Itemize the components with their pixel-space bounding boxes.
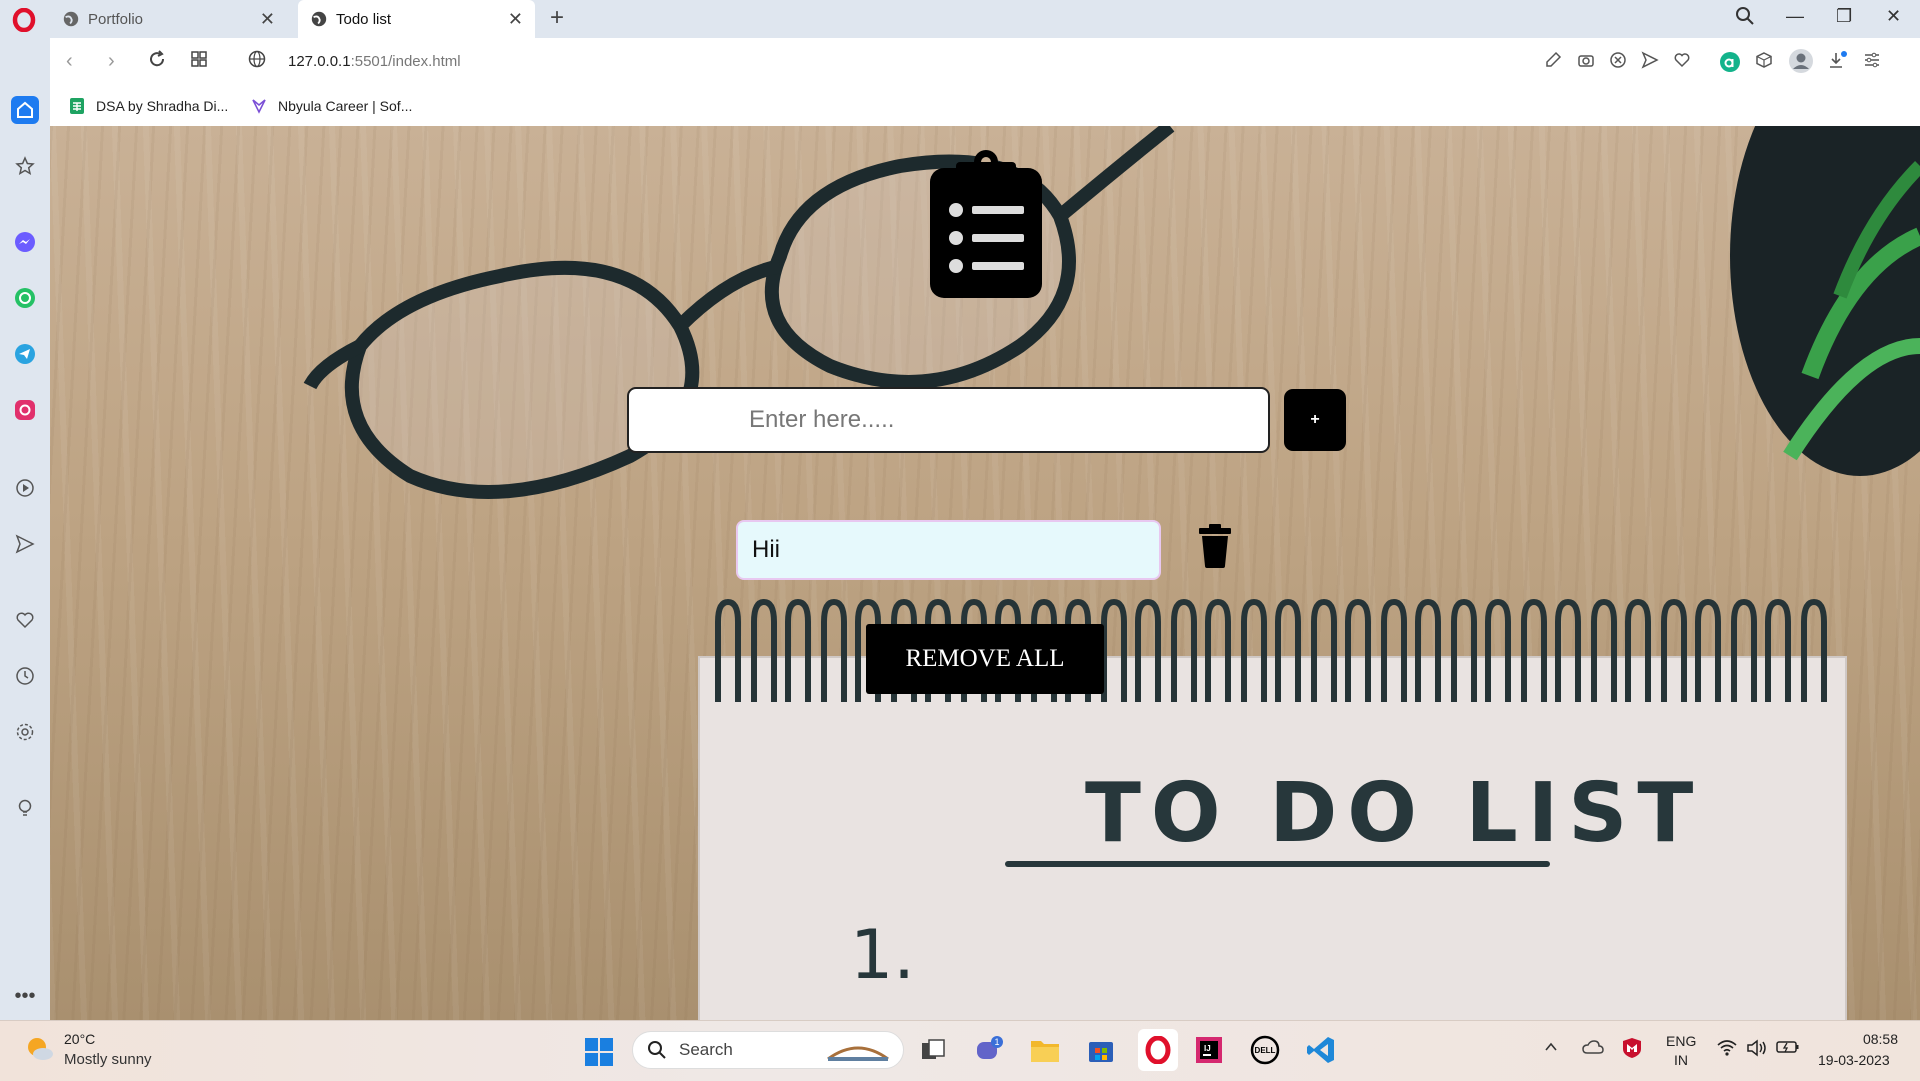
windows-taskbar: 20°C Mostly sunny Search 1 IJ DELL ENG I… xyxy=(0,1020,1920,1081)
bookmark-label: DSA by Shradha Di... xyxy=(96,98,229,114)
bookmarks-bar: DSA by Shradha Di... Nbyula Career | Sof… xyxy=(50,88,1920,127)
tab-portfolio[interactable]: Portfolio ✕ xyxy=(50,0,287,38)
heart-icon[interactable] xyxy=(1673,51,1695,73)
whatsapp-icon[interactable] xyxy=(11,284,39,312)
battery-icon[interactable] xyxy=(1776,1039,1800,1058)
aria-icon[interactable] xyxy=(1719,51,1741,73)
remove-all-button[interactable]: REMOVE ALL xyxy=(866,624,1104,694)
close-tab-icon[interactable]: ✕ xyxy=(260,9,275,30)
trash-icon[interactable] xyxy=(1197,524,1233,568)
search-tabs-icon[interactable] xyxy=(1735,6,1755,31)
tab-strip: Portfolio ✕ Todo list ✕ + — ❐ ✕ xyxy=(0,0,1920,38)
vscode-icon[interactable] xyxy=(1304,1033,1338,1067)
history-icon[interactable] xyxy=(11,662,39,690)
url-host: 127.0.0.1 xyxy=(288,53,351,70)
add-task-button[interactable]: + xyxy=(1284,389,1346,451)
clock-time[interactable]: 08:58 xyxy=(1858,1031,1898,1047)
weather-temperature[interactable]: 20°C xyxy=(64,1031,95,1047)
taskbar-search[interactable]: Search xyxy=(632,1031,904,1069)
windows-start-icon[interactable] xyxy=(584,1037,614,1067)
minimize-button[interactable]: — xyxy=(1786,6,1804,27)
send-icon[interactable] xyxy=(11,530,39,558)
todo-page: TO DO LIST 1. + Hii REMOVE ALL xyxy=(50,126,1920,1020)
telegram-icon[interactable] xyxy=(11,340,39,368)
easy-setup-icon[interactable] xyxy=(1863,51,1885,73)
lightbulb-icon[interactable] xyxy=(11,794,39,822)
heart-icon[interactable] xyxy=(11,606,39,634)
camera-icon[interactable] xyxy=(1577,51,1599,73)
weather-description[interactable]: Mostly sunny xyxy=(64,1051,152,1068)
player-icon[interactable] xyxy=(11,474,39,502)
adblock-icon[interactable] xyxy=(1609,51,1631,73)
task-text: Hii xyxy=(752,536,780,563)
svg-text:IJ: IJ xyxy=(1204,1044,1211,1053)
search-highlight-image xyxy=(827,1046,889,1061)
more-icon[interactable]: ••• xyxy=(11,982,39,1010)
weather-sun-icon[interactable] xyxy=(25,1034,55,1064)
url-field[interactable]: 127.0.0.1:5501/index.html xyxy=(288,53,461,70)
notepad-underline xyxy=(1005,861,1550,867)
tabs-grid-icon[interactable] xyxy=(190,50,208,74)
bookmark-label: Nbyula Career | Sof... xyxy=(278,98,413,114)
reload-button[interactable] xyxy=(148,50,166,74)
onedrive-icon[interactable] xyxy=(1582,1039,1604,1058)
intellij-icon[interactable]: IJ xyxy=(1192,1033,1226,1067)
opera-sidebar: ••• xyxy=(0,38,50,1020)
site-info-icon[interactable] xyxy=(248,50,266,74)
star-icon[interactable] xyxy=(11,152,39,180)
mcafee-icon[interactable] xyxy=(1622,1037,1642,1062)
new-tab-button[interactable]: + xyxy=(550,4,564,32)
instagram-icon[interactable] xyxy=(11,396,39,424)
messenger-icon[interactable] xyxy=(11,228,39,256)
task-view-icon[interactable] xyxy=(916,1033,950,1067)
forward-button[interactable]: › xyxy=(108,50,115,73)
chat-badge-count: 1 xyxy=(994,1037,999,1047)
extensions-cube-icon[interactable] xyxy=(1755,51,1777,73)
opera-menu-icon[interactable] xyxy=(10,6,38,34)
settings-icon[interactable] xyxy=(11,718,39,746)
globe-icon xyxy=(63,11,79,27)
task-input[interactable] xyxy=(627,387,1270,453)
volume-icon[interactable] xyxy=(1746,1039,1768,1060)
globe-icon xyxy=(311,11,327,27)
close-window-button[interactable]: ✕ xyxy=(1886,6,1901,27)
downloads-icon[interactable] xyxy=(1827,51,1849,73)
teams-chat-icon[interactable]: 1 xyxy=(972,1033,1006,1067)
restore-button[interactable]: ❐ xyxy=(1836,6,1852,27)
tab-title: Todo list xyxy=(336,10,392,28)
snapshot-edit-icon[interactable] xyxy=(1544,51,1566,73)
google-sheets-icon xyxy=(70,98,84,114)
file-explorer-icon[interactable] xyxy=(1028,1033,1062,1067)
wifi-icon[interactable] xyxy=(1716,1039,1738,1060)
task-item[interactable]: Hii xyxy=(736,520,1161,580)
address-toolbar: ‹ › 127.0.0.1:5501/index.html xyxy=(50,38,1920,88)
search-label: Search xyxy=(679,1040,733,1059)
close-tab-icon[interactable]: ✕ xyxy=(508,9,523,30)
tab-todo-list[interactable]: Todo list ✕ xyxy=(298,0,535,38)
search-icon xyxy=(648,1041,666,1059)
home-icon[interactable] xyxy=(11,96,39,124)
clock-date[interactable]: 19-03-2023 xyxy=(1818,1052,1890,1068)
language-indicator[interactable]: ENG xyxy=(1666,1033,1696,1049)
profile-avatar-icon[interactable] xyxy=(1788,48,1813,73)
dell-icon[interactable]: DELL xyxy=(1248,1033,1282,1067)
bookmark-nbyula[interactable]: Nbyula Career | Sof... xyxy=(250,97,412,115)
notepad-heading: TO DO LIST xyxy=(1085,766,1704,861)
notepad-number: 1. xyxy=(850,916,915,995)
opera-taskbar-icon[interactable] xyxy=(1138,1029,1178,1071)
nbyula-logo-icon xyxy=(252,99,266,114)
clipboard-list-icon xyxy=(930,150,1042,298)
url-path: :5501/index.html xyxy=(350,53,461,70)
back-button[interactable]: ‹ xyxy=(66,50,73,73)
show-hidden-icons[interactable] xyxy=(1543,1039,1559,1058)
tab-title: Portfolio xyxy=(88,10,144,28)
microsoft-store-icon[interactable] xyxy=(1084,1033,1118,1067)
send-icon[interactable] xyxy=(1641,51,1663,73)
bookmark-dsa[interactable]: DSA by Shradha Di... xyxy=(68,97,228,115)
svg-text:DELL: DELL xyxy=(1255,1046,1276,1055)
region-indicator[interactable]: IN xyxy=(1674,1052,1688,1068)
plant-background-image xyxy=(1730,126,1920,476)
